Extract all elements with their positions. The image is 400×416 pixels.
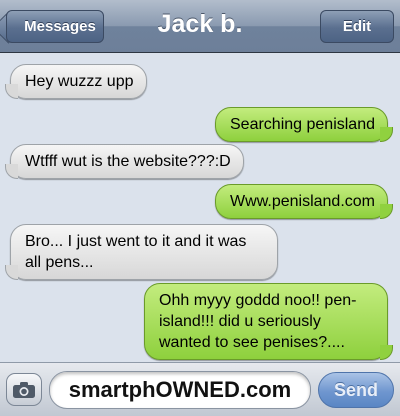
edit-button[interactable]: Edit	[320, 10, 394, 43]
outgoing-message: Searching penisland	[215, 107, 393, 142]
camera-icon	[13, 381, 35, 398]
message-input[interactable]: smartphOWNED.com	[49, 371, 311, 409]
outgoing-message: Ohh myyy goddd noo!! pen-island!!! did u…	[144, 283, 393, 360]
incoming-message: Hey wuzzz upp	[5, 64, 147, 99]
navigation-bar: Messages Jack b. Edit	[0, 0, 400, 53]
send-button[interactable]: Send	[318, 372, 394, 408]
camera-button[interactable]	[6, 373, 42, 406]
message-composer: smartphOWNED.com Send	[0, 362, 400, 416]
message-thread: Hey wuzzz upp Searching penisland Wtfff …	[0, 54, 400, 360]
outgoing-message: Www.penisland.com	[215, 184, 393, 219]
incoming-message: Wtfff wut is the website???:D	[5, 144, 244, 179]
incoming-message: Bro... I just went to it and it was all …	[5, 224, 278, 280]
back-messages-button[interactable]: Messages	[6, 10, 104, 43]
